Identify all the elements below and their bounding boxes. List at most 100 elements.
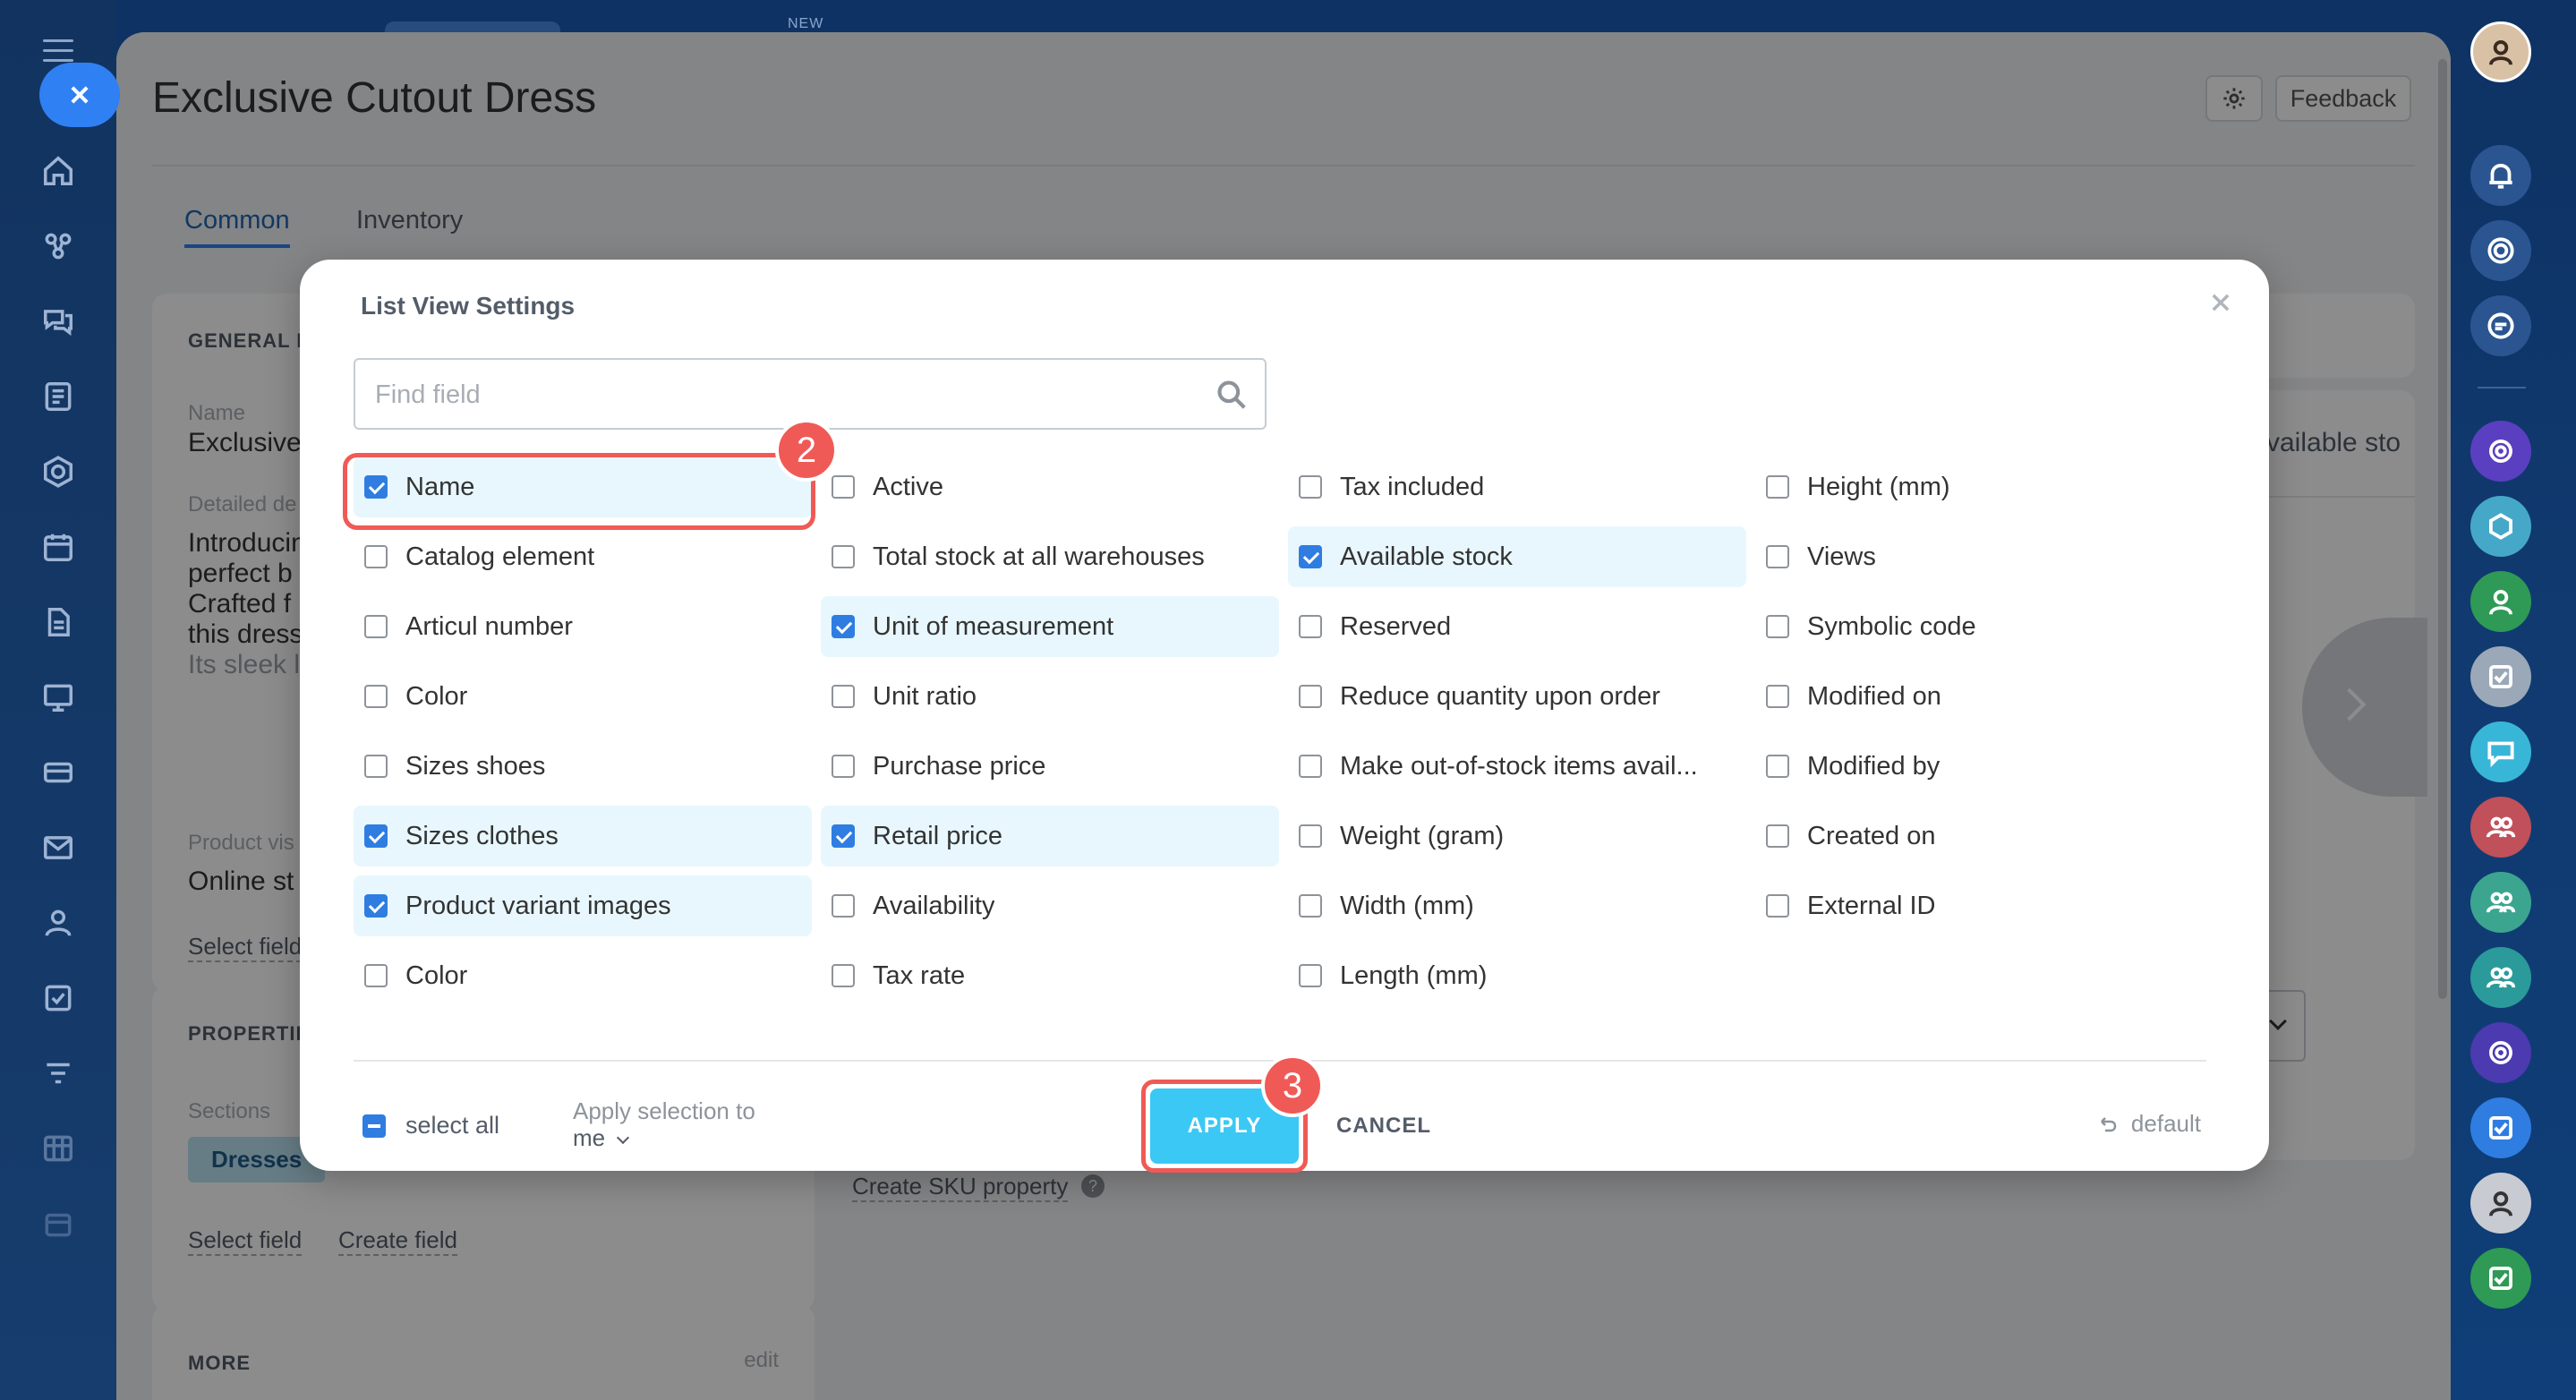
checkbox-checked[interactable] [364,894,388,918]
field-option[interactable]: Tax rate [821,945,1279,1006]
checkbox[interactable] [1766,475,1789,499]
default-button[interactable]: default [2097,1110,2201,1138]
document-icon[interactable] [39,603,77,641]
message-icon[interactable] [2470,721,2531,782]
find-field-input[interactable] [375,372,1198,417]
field-option[interactable]: Weight (gram) [1288,806,1746,866]
task-check-icon[interactable] [2470,1248,2531,1309]
field-option[interactable]: External ID [1755,875,2213,936]
checkbox-checked[interactable] [364,475,388,499]
field-option[interactable]: Reserved [1288,596,1746,657]
field-option[interactable]: Total stock at all warehouses [821,526,1279,587]
field-option[interactable]: Unit of measurement [821,596,1279,657]
field-option[interactable]: Product variant images [354,875,812,936]
menu-icon[interactable] [43,39,73,63]
group-icon[interactable] [2470,947,2531,1008]
field-option[interactable]: Height (mm) [1755,457,2213,517]
group-chat-icon[interactable] [2470,496,2531,557]
checkbox[interactable] [832,685,855,708]
box-icon[interactable] [39,1205,77,1242]
checkbox[interactable] [364,685,388,708]
checkbox[interactable] [832,545,855,568]
checkbox[interactable] [1766,824,1789,848]
field-option[interactable]: Available stock [1288,526,1746,587]
field-option[interactable]: Catalog element [354,526,812,587]
checkbox[interactable] [1299,824,1322,848]
task-check-icon[interactable] [2470,1097,2531,1158]
field-option[interactable]: Unit ratio [821,666,1279,727]
workflow-icon[interactable] [39,227,77,265]
checkbox[interactable] [364,615,388,638]
checkbox[interactable] [1299,894,1322,918]
indeterminate-checkbox[interactable] [363,1114,386,1138]
target-icon[interactable] [2470,220,2531,281]
checkbox[interactable] [1766,615,1789,638]
group-icon[interactable] [2470,872,2531,933]
search-icon[interactable] [1215,378,1249,412]
apply-selection-to[interactable]: Apply selection to me [573,1097,755,1151]
close-dialog-button[interactable] [2208,290,2233,315]
field-option[interactable]: Active [821,457,1279,517]
field-option[interactable]: Sizes clothes [354,806,812,866]
openlines-icon[interactable] [2470,1022,2531,1083]
checkbox[interactable] [1299,755,1322,778]
checkbox-checked[interactable] [364,824,388,848]
checkbox-icon[interactable] [39,979,77,1017]
checkbox[interactable] [832,475,855,499]
monitor-icon[interactable] [39,679,77,716]
hexagon-icon[interactable] [39,453,77,491]
checkbox[interactable] [1766,685,1789,708]
field-option[interactable]: Modified on [1755,666,2213,727]
home-icon[interactable] [39,152,77,190]
field-option[interactable]: Symbolic code [1755,596,2213,657]
checkbox[interactable] [1766,545,1789,568]
card-icon[interactable] [39,754,77,791]
user-avatar-icon[interactable] [2470,1173,2531,1234]
field-option[interactable]: Views [1755,526,2213,587]
checkbox[interactable] [832,964,855,987]
cancel-button[interactable]: CANCEL [1317,1088,1451,1164]
checkbox[interactable] [1299,685,1322,708]
chat-icon[interactable] [39,303,77,340]
filter-icon[interactable] [39,1054,77,1092]
openlines-icon[interactable] [2470,421,2531,482]
field-option[interactable]: Articul number [354,596,812,657]
calendar-icon[interactable] [39,528,77,566]
checkbox[interactable] [364,964,388,987]
tasks-icon[interactable] [39,378,77,415]
field-option[interactable]: Modified by [1755,736,2213,797]
mail-icon[interactable] [39,829,77,866]
avatar-icon[interactable] [2470,21,2531,82]
field-option[interactable]: Availability [821,875,1279,936]
checkbox[interactable] [1299,964,1322,987]
close-slider-button[interactable] [39,63,120,127]
grid-icon[interactable] [39,1130,77,1167]
checkbox[interactable] [832,894,855,918]
checkbox[interactable] [1766,755,1789,778]
checkbox[interactable] [364,755,388,778]
search-chat-icon[interactable] [2470,295,2531,356]
field-option[interactable]: Retail price [821,806,1279,866]
field-option[interactable]: Make out-of-stock items avail... [1288,736,1746,797]
field-option[interactable]: Sizes shoes [354,736,812,797]
field-option[interactable]: Color [354,945,812,1006]
task-check-icon[interactable] [2470,646,2531,707]
checkbox[interactable] [1299,475,1322,499]
field-option[interactable]: Tax included [1288,457,1746,517]
field-option[interactable]: Purchase price [821,736,1279,797]
checkbox[interactable] [1766,894,1789,918]
checkbox[interactable] [1299,615,1322,638]
checkbox-checked[interactable] [832,824,855,848]
contacts-icon[interactable] [39,904,77,942]
field-option[interactable]: Reduce quantity upon order [1288,666,1746,727]
field-option[interactable]: Created on [1755,806,2213,866]
select-all-checkbox[interactable]: select all [363,1112,499,1140]
checkbox-checked[interactable] [832,615,855,638]
group-icon[interactable] [2470,797,2531,858]
field-option[interactable]: Length (mm) [1288,945,1746,1006]
checkbox-checked[interactable] [1299,545,1322,568]
checkbox[interactable] [832,755,855,778]
field-option[interactable]: Name [354,457,812,517]
field-option[interactable]: Width (mm) [1288,875,1746,936]
bell-icon[interactable] [2470,145,2531,206]
